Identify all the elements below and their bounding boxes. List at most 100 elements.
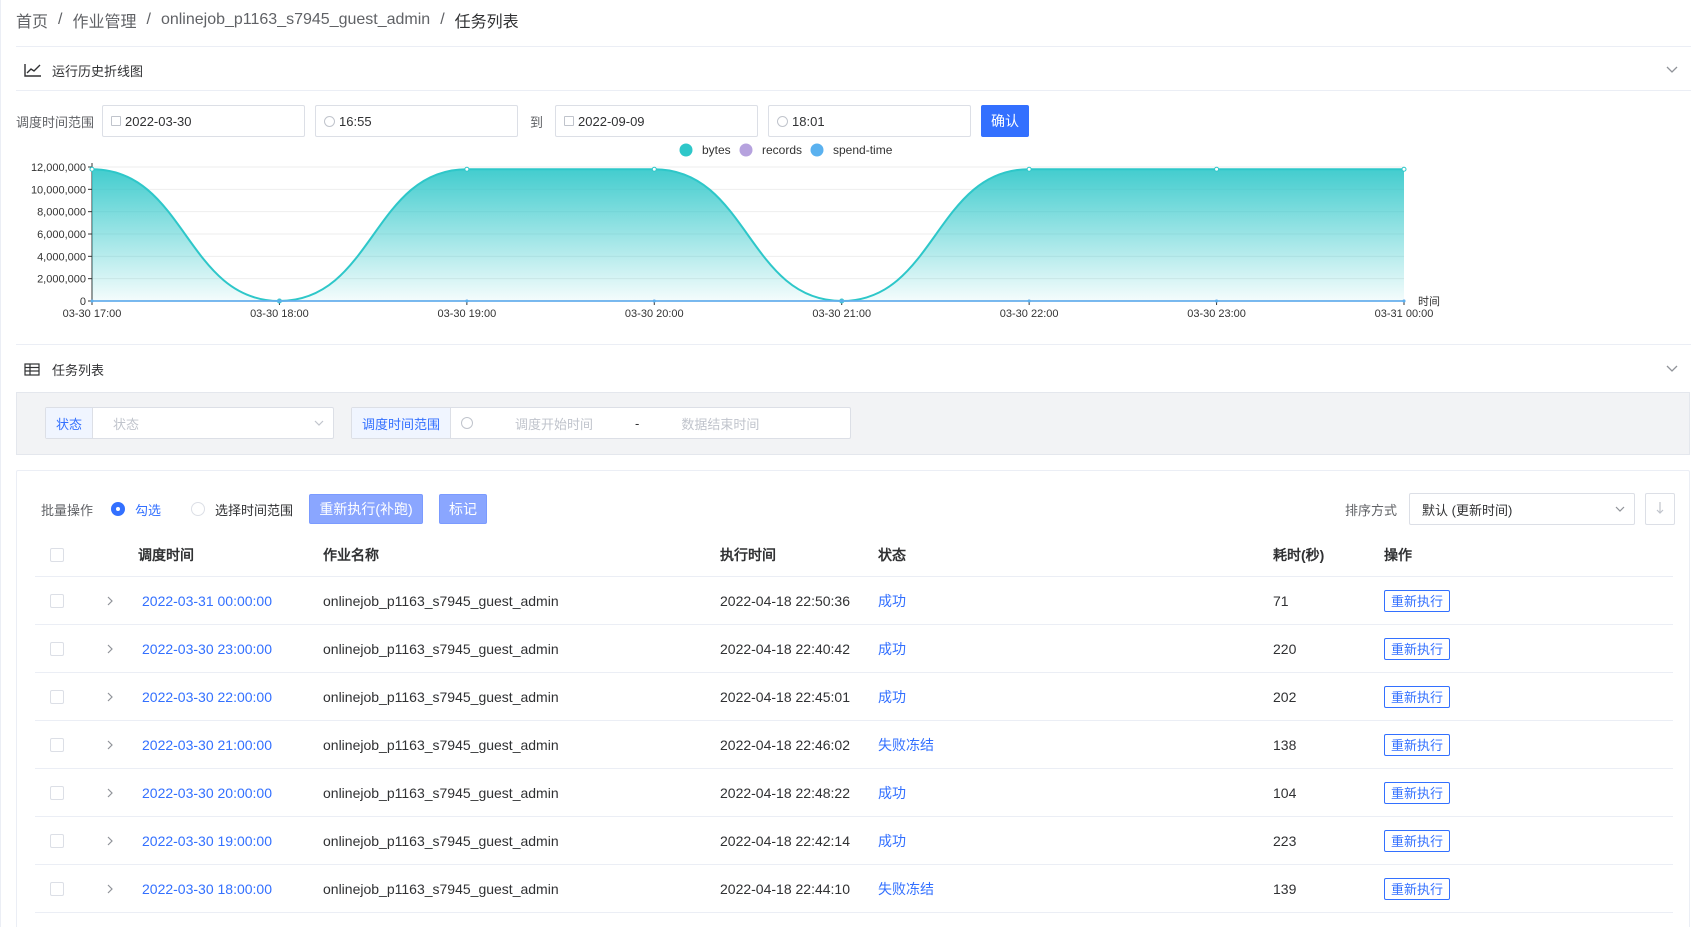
status-placeholder: 状态 xyxy=(113,416,140,432)
status-link[interactable]: 成功 xyxy=(878,577,906,624)
rerun-button[interactable]: 重新执行 xyxy=(1384,685,1451,708)
task-section-header[interactable]: 任务列表 xyxy=(16,349,1691,389)
end-time-placeholder[interactable]: 数据结束时间 xyxy=(681,414,759,433)
option-check-label[interactable]: 勾选 xyxy=(135,500,161,519)
rerun-cell: 重新执行 xyxy=(1384,817,1451,864)
end-time-input[interactable]: 18:01 xyxy=(768,105,972,137)
rerun-backfill-button[interactable]: 重新执行(补跑) xyxy=(309,494,424,524)
row-checkbox[interactable] xyxy=(50,689,64,704)
duration-cell: 139 xyxy=(1273,880,1297,897)
table-row[interactable]: 2022-03-30 20:00:00 onlinejob_p1163_s7945… xyxy=(35,769,1673,817)
status-select[interactable]: 状态 xyxy=(93,408,333,438)
table-row[interactable]: 2022-03-31 00:00:00 onlinejob_p1163_s7945… xyxy=(35,577,1673,625)
start-time-placeholder[interactable]: 调度开始时间 xyxy=(515,414,593,433)
chevron-down-icon[interactable] xyxy=(1665,361,1681,377)
chevron-down-icon xyxy=(1614,503,1626,518)
radio-range[interactable] xyxy=(191,502,206,516)
calendar-icon xyxy=(111,116,122,126)
status-link[interactable]: 失败冻结 xyxy=(878,865,934,912)
exec-time-cell: 2022-04-18 22:50:36 xyxy=(720,592,850,609)
range-picker[interactable]: 调度开始时间 - 数据结束时间 xyxy=(451,408,831,438)
select-all-checkbox[interactable] xyxy=(50,547,64,562)
table-row[interactable]: 2022-03-30 21:00:00 onlinejob_p1163_s7945… xyxy=(35,721,1673,769)
chevron-right-icon[interactable] xyxy=(105,577,115,624)
job-name-cell: onlinejob_p1163_s7945_guest_admin xyxy=(323,784,559,801)
rerun-button[interactable]: 重新执行 xyxy=(1384,637,1451,660)
exec-time-cell: 2022-04-18 22:44:10 xyxy=(720,880,850,897)
breadcrumb-home[interactable]: 首页 xyxy=(16,8,48,32)
y-tick-label: 0 xyxy=(80,296,86,308)
chevron-down-icon[interactable] xyxy=(1665,62,1681,78)
mark-button[interactable]: 标记 xyxy=(439,494,488,524)
history-section-header[interactable]: 运行历史折线图 xyxy=(16,50,1691,90)
chevron-right-icon[interactable] xyxy=(105,721,115,768)
status-link[interactable]: 成功 xyxy=(878,817,906,864)
legend-spend-time-label: spend-time xyxy=(833,143,893,157)
sort-value: 默认 (更新时间) xyxy=(1422,502,1513,518)
chevron-down-icon xyxy=(313,417,325,432)
schedule-time-link[interactable]: 2022-03-30 21:00:00 xyxy=(142,721,272,768)
status-filter[interactable]: 状态 状态 xyxy=(45,407,334,439)
exec-time-cell: 2022-04-18 22:48:22 xyxy=(720,784,850,801)
table-row[interactable]: 2022-03-30 19:00:00 onlinejob_p1163_s7945… xyxy=(35,817,1673,865)
option-range-label[interactable]: 选择时间范围 xyxy=(215,500,293,519)
sort-select[interactable]: 默认 (更新时间) xyxy=(1409,493,1635,525)
date-range-row: 调度时间范围 2022-03-30 16:55 到 2022-09-09 18:… xyxy=(16,105,1030,137)
header-exec-time: 执行时间 xyxy=(720,546,776,563)
breadcrumb-separator: / xyxy=(146,11,151,28)
radio-check[interactable] xyxy=(111,502,126,516)
schedule-time-link[interactable]: 2022-03-30 20:00:00 xyxy=(142,769,272,816)
schedule-time-link[interactable]: 2022-03-30 23:00:00 xyxy=(142,625,272,672)
confirm-button[interactable]: 确认 xyxy=(981,105,1030,137)
breadcrumb-job-management[interactable]: 作业管理 xyxy=(72,8,136,32)
schedule-time-link[interactable]: 2022-03-30 19:00:00 xyxy=(142,817,272,864)
rerun-button[interactable]: 重新执行 xyxy=(1384,877,1451,900)
rerun-button[interactable]: 重新执行 xyxy=(1384,829,1451,852)
duration-cell: 71 xyxy=(1273,592,1289,609)
chevron-right-icon[interactable] xyxy=(105,865,115,912)
breadcrumb-separator: / xyxy=(58,11,63,28)
table-row[interactable]: 2022-03-30 18:00:00 onlinejob_p1163_s7945… xyxy=(35,865,1673,913)
rerun-button[interactable]: 重新执行 xyxy=(1384,781,1451,804)
rerun-button[interactable]: 重新执行 xyxy=(1384,589,1451,612)
sort-direction-button[interactable] xyxy=(1645,493,1675,525)
divider xyxy=(16,344,1691,345)
chevron-right-icon[interactable] xyxy=(105,673,115,720)
row-checkbox[interactable] xyxy=(50,737,64,752)
bytes-point xyxy=(651,166,657,172)
status-link[interactable]: 成功 xyxy=(878,673,906,720)
arrow-down-icon xyxy=(1655,501,1665,518)
chevron-right-icon[interactable] xyxy=(105,817,115,864)
status-link[interactable]: 成功 xyxy=(878,625,906,672)
breadcrumb-separator: / xyxy=(440,11,445,28)
start-date-input[interactable]: 2022-03-30 xyxy=(102,105,306,137)
table-row[interactable]: 2022-03-30 22:00:00 onlinejob_p1163_s7945… xyxy=(35,673,1673,721)
row-checkbox[interactable] xyxy=(50,593,64,608)
rerun-button[interactable]: 重新执行 xyxy=(1384,733,1451,756)
chevron-right-icon[interactable] xyxy=(105,769,115,816)
breadcrumb: 首页 / 作业管理 / onlinejob_p1163_s7945_guest_… xyxy=(16,8,519,32)
duration-cell: 202 xyxy=(1273,688,1297,705)
row-checkbox-cell xyxy=(50,625,64,672)
end-date-value: 2022-09-09 xyxy=(578,113,645,129)
schedule-time-link[interactable]: 2022-03-30 22:00:00 xyxy=(142,673,272,720)
x-tick-label: 03-30 21:00 xyxy=(812,308,871,320)
table-row[interactable]: 2022-03-30 23:00:00 onlinejob_p1163_s7945… xyxy=(35,625,1673,673)
schedule-range-filter[interactable]: 调度时间范围 调度开始时间 - 数据结束时间 xyxy=(351,407,851,439)
row-checkbox[interactable] xyxy=(50,881,64,896)
spend-time-point xyxy=(840,299,844,303)
schedule-time-link[interactable]: 2022-03-30 18:00:00 xyxy=(142,865,272,912)
schedule-time-link[interactable]: 2022-03-31 00:00:00 xyxy=(142,577,272,624)
breadcrumb-job[interactable]: onlinejob_p1163_s7945_guest_admin xyxy=(161,11,430,29)
header-job-name: 作业名称 xyxy=(323,546,379,563)
start-time-input[interactable]: 16:55 xyxy=(315,105,519,137)
status-link[interactable]: 失败冻结 xyxy=(878,721,934,768)
status-link[interactable]: 成功 xyxy=(878,769,906,816)
row-checkbox[interactable] xyxy=(50,833,64,848)
row-checkbox[interactable] xyxy=(50,641,64,656)
row-checkbox-cell xyxy=(50,577,64,624)
end-date-input[interactable]: 2022-09-09 xyxy=(555,105,759,137)
header-action: 操作 xyxy=(1384,546,1412,563)
row-checkbox[interactable] xyxy=(50,785,64,800)
chevron-right-icon[interactable] xyxy=(105,625,115,672)
